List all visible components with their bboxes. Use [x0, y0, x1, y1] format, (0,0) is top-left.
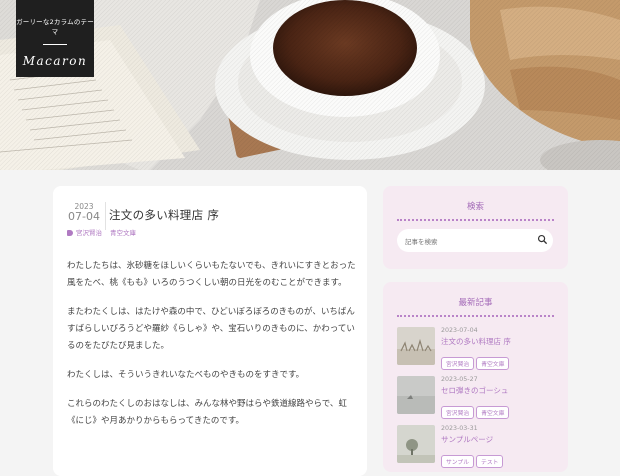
post-date-month-day: 07-04 [68, 210, 100, 223]
search-box[interactable]: 記事を検索 [397, 229, 553, 252]
recent-post-tag[interactable]: 宮沢賢治 [441, 406, 475, 419]
date-divider [105, 202, 106, 230]
recent-post-meta: 2023-03-31 サンプルページ サンプル テスト [441, 425, 505, 468]
recent-post-thumbnail[interactable] [397, 376, 435, 414]
widget-title-divider [397, 315, 554, 319]
recent-post-tag[interactable]: 青空文庫 [476, 357, 510, 370]
post-tag-link[interactable]: 宮沢賢治 [76, 229, 102, 237]
recent-post-tag[interactable]: テスト [476, 455, 504, 468]
post-title: 注文の多い料理店 序 [109, 208, 220, 222]
widget-title-divider [397, 219, 554, 223]
recent-post-item[interactable]: 2023-07-04 注文の多い料理店 序 宮沢賢治 青空文庫 [397, 327, 554, 370]
site-name: Macaron [22, 54, 88, 68]
post-tags: 宮沢賢治 青空文庫 [67, 227, 144, 237]
post-paragraph: またわたくしは、はたけや森の中で、ひどいぼろぼろのきものが、いちばんすばらしいび… [67, 307, 355, 351]
recent-post-title[interactable]: セロ弾きのゴーシュ [441, 385, 511, 396]
recent-post-date: 2023-05-27 [441, 376, 478, 383]
recent-post-date: 2023-03-31 [441, 425, 478, 432]
search-icon[interactable] [537, 234, 548, 245]
search-widget: 検索 記事を検索 [383, 186, 568, 269]
recent-post-tag[interactable]: 宮沢賢治 [441, 357, 475, 370]
recent-post-date: 2023-07-04 [441, 327, 478, 334]
header-hero-image: ガーリーな2カラムのテーマ Macaron [0, 0, 620, 170]
recent-post-item[interactable]: 2023-03-31 サンプルページ サンプル テスト [397, 425, 554, 468]
recent-post-tag[interactable]: 青空文庫 [476, 406, 510, 419]
recent-posts-widget: 最新記事 2023-07-04 注文の多い料理店 序 宮沢賢治 青空文庫 202… [383, 282, 568, 472]
post-card: 2023 07-04 注文の多い料理店 序 宮沢賢治 青空文庫 わたしたちは、氷砂… [53, 186, 367, 476]
site-tagline: ガーリーな2カラムのテーマ [16, 18, 94, 36]
tag-icon [67, 230, 73, 236]
recent-post-item[interactable]: 2023-05-27 セロ弾きのゴーシュ 宮沢賢治 青空文庫 [397, 376, 554, 419]
post-body: わたしたちは、氷砂糖をほしいくらいもたないでも、きれいにすきとおった風をたべ、桃… [67, 258, 359, 442]
recent-post-meta: 2023-05-27 セロ弾きのゴーシュ 宮沢賢治 青空文庫 [441, 376, 511, 419]
logo-divider [43, 44, 67, 45]
search-input[interactable]: 記事を検索 [405, 236, 438, 246]
recent-post-thumbnail[interactable] [397, 327, 435, 365]
post-paragraph: わたしたちは、氷砂糖をほしいくらいもたないでも、きれいにすきとおった風をたべ、桃… [67, 261, 356, 288]
post-tag-link[interactable]: 青空文庫 [110, 229, 136, 237]
site-logo[interactable]: ガーリーな2カラムのテーマ Macaron [16, 0, 94, 77]
recent-post-tag[interactable]: サンプル [441, 455, 475, 468]
post-paragraph: わたくしは、そういうきれいなたべものやきものをすきです。 [67, 370, 305, 380]
recent-posts-title: 最新記事 [458, 298, 493, 308]
search-widget-title: 検索 [466, 202, 484, 212]
post-paragraph: これらのわたくしのおはなしは、みんな林や野はらや鉄道線路やらで、虹《にじ》や月あ… [67, 399, 347, 426]
post-date: 2023 07-04 [67, 202, 101, 223]
recent-post-thumbnail[interactable] [397, 425, 435, 463]
post-header: 2023 07-04 注文の多い料理店 序 宮沢賢治 青空文庫 [67, 202, 357, 242]
recent-post-title[interactable]: 注文の多い料理店 序 [441, 336, 511, 347]
recent-post-meta: 2023-07-04 注文の多い料理店 序 宮沢賢治 青空文庫 [441, 327, 511, 370]
recent-post-title[interactable]: サンプルページ [441, 434, 505, 445]
